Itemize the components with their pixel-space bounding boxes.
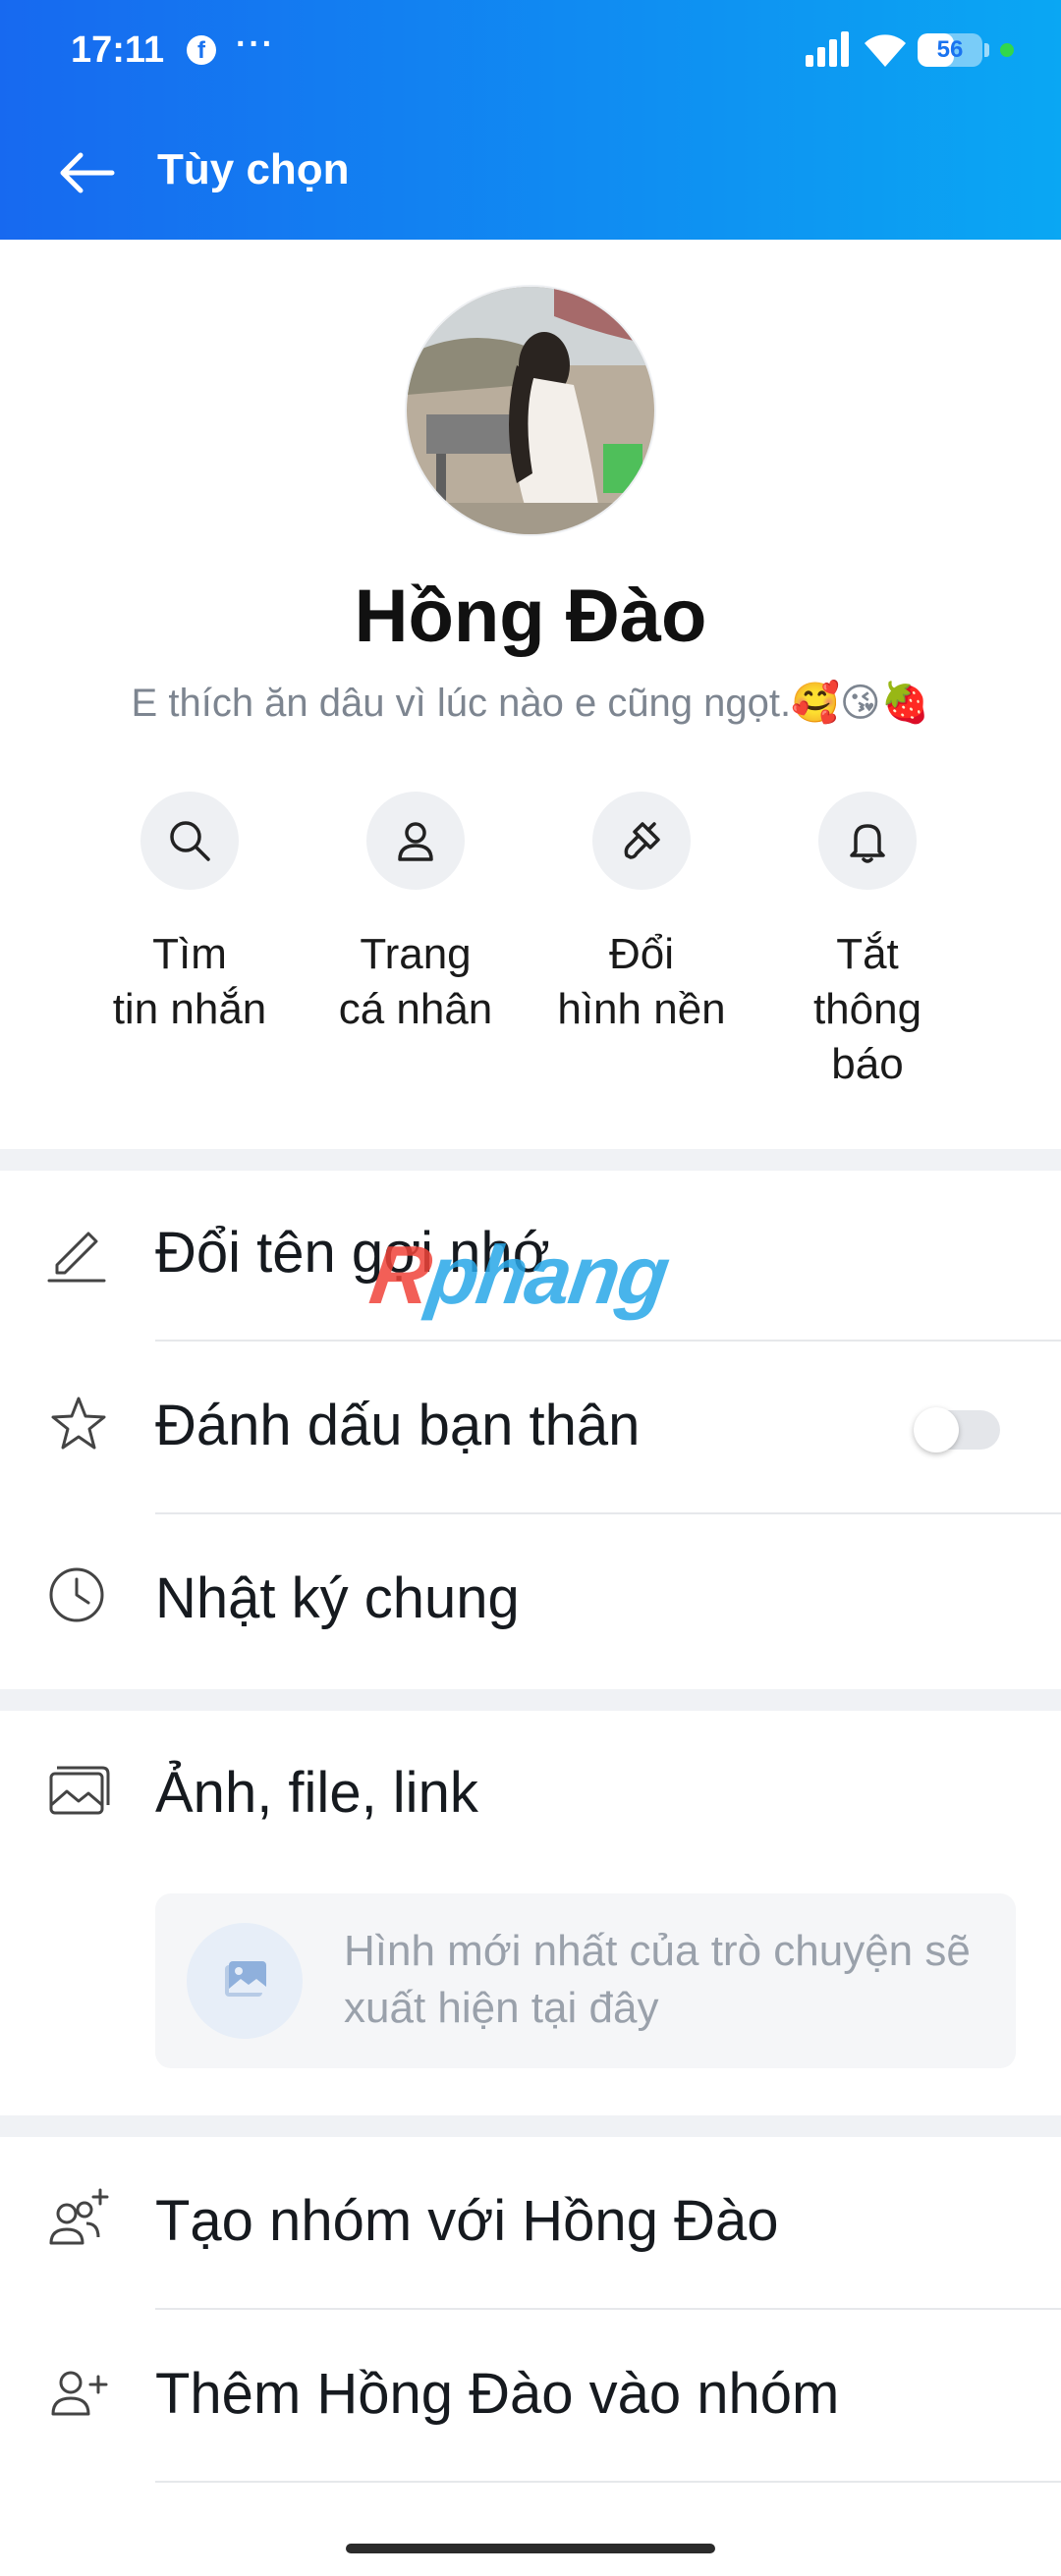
back-button[interactable] — [51, 137, 122, 208]
more-notifications-icon: ··· — [236, 26, 275, 63]
option-shared-diary[interactable]: Nhật ký chung — [0, 1516, 1061, 1687]
profile-section: Hồng Đào E thích ăn dâu vì lúc nào e cũn… — [0, 240, 1061, 1149]
action-wallpaper-circle — [592, 792, 691, 890]
media-empty-text: Hình mới nhất của trò chuyện sẽ xuất hiệ… — [344, 1927, 971, 2032]
action-change-wallpaper[interactable]: Đổi hình nền — [529, 792, 754, 1037]
action-mute-circle — [818, 792, 917, 890]
section-divider — [0, 1149, 1061, 1171]
action-mute-label: Tắt thông báo — [812, 930, 922, 1088]
wifi-icon — [865, 34, 906, 67]
action-search-label: Tìm tin nhắn — [112, 930, 267, 1033]
facebook-notification-icon: f — [187, 35, 216, 65]
person-icon — [398, 822, 433, 861]
battery-tip — [984, 43, 989, 57]
star-icon — [51, 1397, 106, 1450]
action-wallpaper-label: Đổi hình nền — [557, 930, 726, 1033]
media-empty-icon-circle — [187, 1923, 303, 2039]
page-title: Tùy chọn — [157, 145, 350, 193]
action-search-messages[interactable]: Tìm tin nhắn — [77, 792, 303, 1037]
add-person-icon — [51, 2371, 108, 2416]
status-time: 17:11 — [71, 29, 165, 71]
section-divider — [0, 1689, 1061, 1711]
watermark-logo: Rphang — [364, 1229, 674, 1321]
action-search-circle — [140, 792, 239, 890]
app-header: 17:11 f ··· 56 Tùy chọn — [0, 0, 1061, 240]
option-add-to-group-label: Thêm Hồng Đào vào nhóm — [155, 2362, 840, 2426]
create-group-icon — [49, 2188, 109, 2245]
section-divider — [0, 2115, 1061, 2137]
bell-icon — [850, 824, 885, 863]
toggle-knob — [914, 1407, 959, 1452]
media-empty-card: Hình mới nhất của trò chuyện sẽ xuất hiệ… — [155, 1893, 1016, 2068]
row-separator — [155, 2308, 1061, 2310]
arrow-left-icon — [60, 152, 115, 193]
row-separator — [155, 2481, 1061, 2483]
search-icon — [170, 821, 210, 861]
option-best-friend[interactable]: Đánh dấu bạn thân — [0, 1343, 1061, 1514]
action-profile-circle — [366, 792, 465, 890]
privacy-indicator-dot — [1000, 43, 1014, 57]
row-separator — [155, 1512, 1061, 1514]
row-separator — [155, 1340, 1061, 1342]
option-media-label: Ảnh, file, link — [155, 1761, 478, 1825]
battery-level: 56 — [936, 36, 964, 63]
avatar-photo — [407, 287, 654, 534]
contact-bio: E thích ăn dâu vì lúc nào e cũng ngọt.🥰😘… — [131, 682, 930, 725]
pencil-icon — [47, 1232, 106, 1283]
gallery-icon — [49, 1766, 110, 1815]
action-profile-label: Trang cá nhân — [338, 930, 493, 1033]
paint-brush-icon — [624, 822, 660, 859]
action-profile[interactable]: Trang cá nhân — [303, 792, 529, 1037]
battery-icon: 56 — [918, 33, 982, 67]
best-friend-toggle[interactable] — [914, 1407, 1000, 1452]
option-create-group[interactable]: Tạo nhóm với Hồng Đào — [0, 2139, 1061, 2310]
option-media-files-links[interactable]: Ảnh, file, link — [0, 1711, 1061, 1882]
option-shared-diary-label: Nhật ký chung — [155, 1566, 520, 1630]
option-create-group-label: Tạo nhóm với Hồng Đào — [155, 2189, 779, 2253]
signal-icon — [806, 31, 849, 67]
status-bar: 17:11 f ··· 56 — [0, 0, 1061, 102]
option-add-to-group[interactable]: Thêm Hồng Đào vào nhóm — [0, 2312, 1061, 2483]
option-best-friend-label: Đánh dấu bạn thân — [155, 1394, 641, 1457]
home-indicator[interactable] — [346, 2544, 715, 2553]
clock-icon — [49, 1567, 104, 1622]
avatar[interactable] — [405, 285, 656, 536]
contact-name: Hồng Đào — [354, 575, 707, 658]
image-placeholder-icon — [225, 1961, 266, 1997]
action-mute-notifications[interactable]: Tắt thông báo — [754, 792, 980, 1092]
